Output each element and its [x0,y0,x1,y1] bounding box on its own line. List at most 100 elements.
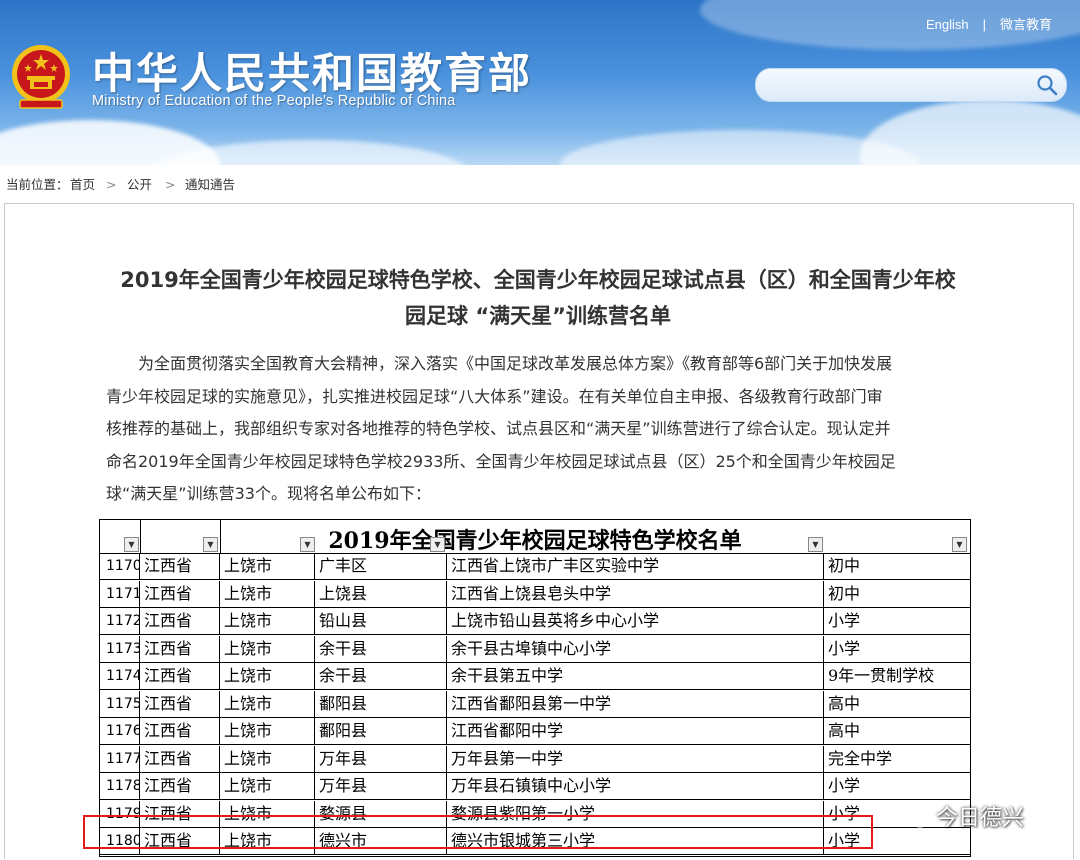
province-cell: 江西省 [140,773,220,800]
filter-dropdown-icon[interactable]: ▼ [124,537,139,552]
site-subtitle: Ministry of Education of the People's Re… [92,93,456,109]
column-divider [140,520,141,553]
school-name-cell: 上饶市铅山县英将乡中心小学 [447,608,824,635]
row-number: 1176 [100,718,140,745]
province-cell: 江西省 [140,608,220,635]
filter-dropdown-icon[interactable]: ▼ [430,537,445,552]
school-type-cell: 小学 [828,776,861,795]
paragraph-line: 命名2019年全国青少年校园足球特色学校2933所、全国青少年校园足球试点县（区… [106,451,896,471]
row-number: 1172 [100,608,140,635]
cloud-decoration [860,100,1080,165]
school-type-cell: 小学 [828,638,861,658]
table-row: 1171 江西省 上饶市 上饶县 江西省上饶县皂头中学 初中 [100,580,970,608]
school-type-cell: 高中 [828,721,861,740]
province-cell: 江西省 [140,635,220,662]
county-cell: 上饶县 [315,580,447,607]
paragraph-line: 球“满天星”训练营33个。现将名单公布如下： [106,484,431,503]
county-cell: 广丰区 [315,553,447,580]
english-link[interactable]: English [926,17,969,32]
school-type-cell: 初中 [828,556,861,575]
filter-dropdown-icon[interactable]: ▼ [808,537,823,552]
school-type-cell: 9年一贯制学校 [828,666,935,685]
school-type-cell: 小学 [828,611,861,630]
table-row: 1177 江西省 上饶市 万年县 万年县第一中学 完全中学 [100,745,970,773]
table-row: 1173 江西省 上饶市 余干县 余干县古埠镇中心小学 小学 [100,635,970,663]
school-name-cell: 江西省鄱阳县第一中学 [447,690,824,717]
row-number: 1175 [100,690,140,717]
table-row: 1170 江西省 上饶市 广丰区 江西省上饶市广丰区实验中学 初中 [100,553,970,581]
filter-dropdown-icon[interactable]: ▼ [203,537,218,552]
school-type-cell: 高中 [828,693,861,713]
paragraph-line: 为全面贯彻落实全国教育大会精神，深入落实《中国足球改革发展总体方案》《教育部等6… [138,354,893,373]
city-cell: 上饶市 [220,663,315,690]
row-number: 1177 [100,745,140,772]
table-title: 2019年全国青少年校园足球特色学校名单 [328,528,742,554]
table-row: 1176 江西省 上饶市 鄱阳县 江西省鄱阳中学 高中 [100,718,970,746]
national-emblem-icon[interactable] [10,42,72,110]
city-cell: 上饶市 [220,773,315,800]
row-number: 1173 [100,635,140,662]
school-name-cell: 余干县第五中学 [447,663,824,690]
weiyan-link[interactable]: 微言教育 [1000,17,1052,32]
breadcrumb-home[interactable]: 首页 [70,172,95,198]
row-number: 1171 [100,580,140,607]
chevron-right-icon: > [106,177,117,192]
city-cell: 上饶市 [220,690,315,717]
site-header: 中华人民共和国教育部 Ministry of Education of the … [0,0,1080,165]
city-cell: 上饶市 [220,553,315,580]
city-cell: 上饶市 [220,608,315,635]
school-name-cell: 江西省鄱阳中学 [447,718,824,745]
school-name-cell: 万年县石镇镇中心小学 [447,773,824,800]
paragraph-line: 核推荐的基础上，我部组织专家对各地推荐的特色学校、试点县区和“满天星”训练营进行… [106,419,891,438]
article-title-line2: 园足球 “满天星”训练营名单 [405,304,671,328]
county-cell: 余干县 [315,635,447,662]
county-cell: 鄱阳县 [315,690,447,717]
table-header: 2019年全国青少年校园足球特色学校名单 ▼ ▼ ▼ ▼ ▼ ▼ [100,520,970,554]
county-cell: 铅山县 [315,608,447,635]
chevron-right-icon: > [165,177,176,192]
city-cell: 上饶市 [220,745,315,772]
county-cell: 万年县 [315,773,447,800]
table-row: 1172 江西省 上饶市 铅山县 上饶市铅山县英将乡中心小学 小学 [100,608,970,636]
school-name-cell: 江西省上饶市广丰区实验中学 [447,553,824,580]
county-cell: 余干县 [315,663,447,690]
filter-dropdown-icon[interactable]: ▼ [952,537,967,552]
search-icon[interactable] [1036,74,1058,96]
school-type-cell: 完全中学 [828,748,893,768]
top-links: English | 微言教育 [926,14,1052,33]
row-number: 1170 [100,553,140,580]
wechat-icon [899,804,930,828]
site-title[interactable]: 中华人民共和国教育部 [92,40,532,101]
province-cell: 江西省 [140,745,220,772]
table-row: 1178 江西省 上饶市 万年县 万年县石镇镇中心小学 小学 [100,773,970,801]
article-title-line1: 2019年全国青少年校园足球特色学校、全国青少年校园足球试点县（区）和全国青少年… [120,268,956,292]
province-cell: 江西省 [140,663,220,690]
province-cell: 江西省 [140,718,220,745]
province-cell: 江西省 [140,580,220,607]
city-cell: 上饶市 [220,580,315,607]
school-type-cell: 初中 [828,583,861,603]
row-number: 1174 [100,663,140,690]
city-cell: 上饶市 [220,718,315,745]
county-cell: 鄱阳县 [315,718,447,745]
province-cell: 江西省 [140,553,220,580]
column-divider [220,520,221,553]
school-list-table: 2019年全国青少年校园足球特色学校名单 ▼ ▼ ▼ ▼ ▼ ▼ 1170 江西省… [99,519,971,857]
breadcrumb-notices[interactable]: 通知通告 [185,172,235,198]
province-cell: 江西省 [140,690,220,717]
search-input[interactable] [755,68,1067,102]
filter-dropdown-icon[interactable]: ▼ [300,537,315,552]
table-row: 1175 江西省 上饶市 鄱阳县 江西省鄱阳县第一中学 高中 [100,690,970,718]
breadcrumb-label: 当前位置： [6,177,69,192]
school-name-cell: 万年县第一中学 [447,745,824,772]
city-cell: 上饶市 [220,635,315,662]
highlight-box [83,815,873,849]
breadcrumb-public[interactable]: 公开 [127,172,152,198]
link-separator: | [982,17,986,32]
school-name-cell: 余干县古埠镇中心小学 [447,635,824,662]
article-paragraph: 为全面贯彻落实全国教育大会精神，深入落实《中国足球改革发展总体方案》《教育部等6… [106,348,976,511]
county-cell: 万年县 [315,745,447,772]
table-row: 1174 江西省 上饶市 余干县 余干县第五中学 9年一贯制学校 [100,663,970,691]
school-name-cell: 江西省上饶县皂头中学 [447,580,824,607]
row-number: 1178 [100,773,140,800]
